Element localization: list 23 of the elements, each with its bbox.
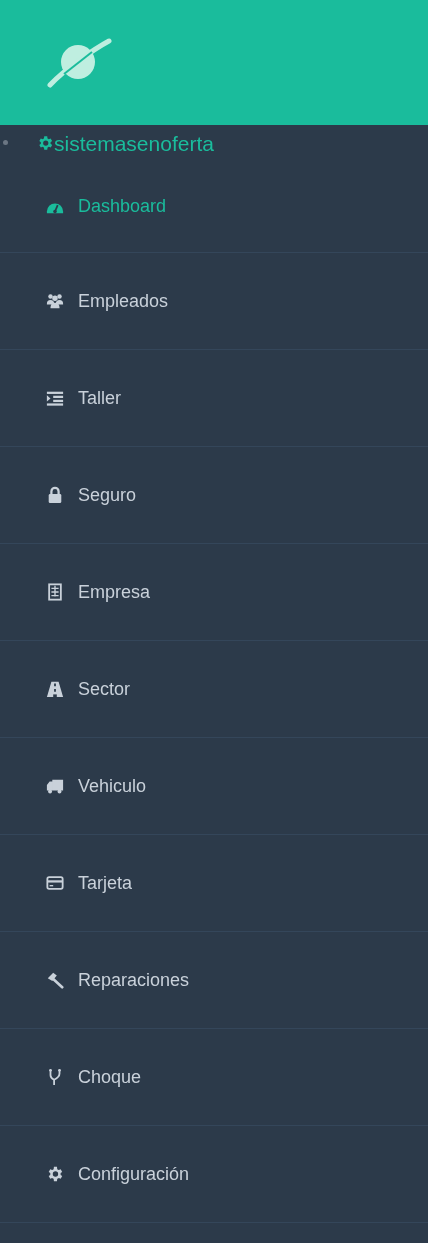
lock-icon	[46, 486, 64, 504]
menu-item[interactable]: Sector	[0, 641, 428, 738]
menu-item[interactable]: Empleados	[0, 253, 428, 350]
truck-icon	[46, 777, 64, 795]
menu-item[interactable]: Configuración	[0, 1126, 428, 1223]
menu-item[interactable]: Empresa	[0, 544, 428, 641]
menu-item[interactable]: Choque	[0, 1029, 428, 1126]
menu-item[interactable]: Tarjeta	[0, 835, 428, 932]
menu-item[interactable]: Seguro	[0, 447, 428, 544]
indent-list-icon	[46, 389, 64, 407]
menu-item[interactable]: Vehiculo	[0, 738, 428, 835]
fork-icon	[46, 1068, 64, 1086]
road-icon	[46, 680, 64, 698]
building-icon	[46, 583, 64, 601]
menu-item[interactable]: Dashboard	[0, 161, 428, 253]
credit-card-icon	[46, 874, 64, 892]
menu-item[interactable]: Taller	[0, 350, 428, 447]
menu-item[interactable]: Reparaciones	[0, 932, 428, 1029]
hammer-icon	[46, 971, 64, 989]
users-icon	[46, 292, 64, 310]
brand-name[interactable]: sistemasenoferta	[54, 132, 214, 154]
planet-logo-icon	[46, 37, 112, 88]
gear-icon	[46, 1165, 64, 1183]
